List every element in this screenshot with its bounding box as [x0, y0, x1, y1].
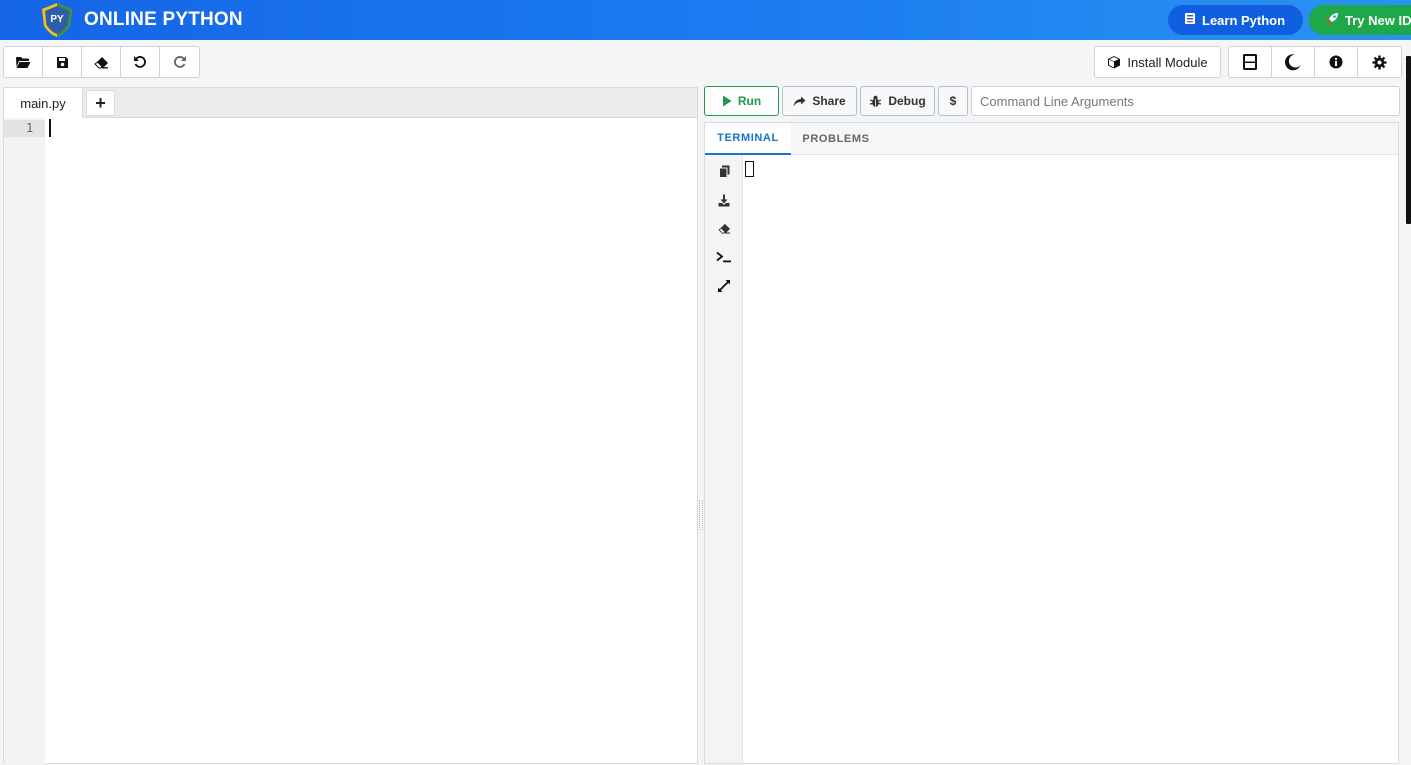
- gear-icon: [1372, 55, 1387, 69]
- share-label: Share: [812, 94, 846, 108]
- learn-python-button[interactable]: Learn Python: [1168, 5, 1303, 35]
- redo-button[interactable]: [160, 47, 199, 77]
- info-button[interactable]: [1315, 47, 1358, 77]
- file-actions-group: [3, 46, 200, 78]
- run-label: Run: [737, 94, 762, 108]
- clear-terminal-button[interactable]: [716, 220, 732, 236]
- file-tab-main-py[interactable]: main.py: [4, 88, 83, 118]
- book-icon: [1184, 12, 1196, 28]
- copy-icon: [718, 165, 729, 178]
- clear-button[interactable]: [82, 47, 121, 77]
- open-shell-button[interactable]: [716, 249, 732, 265]
- layout-button[interactable]: [1229, 47, 1272, 77]
- logo-text: PY: [50, 14, 64, 25]
- text-caret: [49, 119, 51, 137]
- python-shield-icon: PY: [42, 3, 72, 37]
- tab-problems[interactable]: PROBLEMS: [791, 123, 881, 155]
- logo[interactable]: PY ONLINE PYTHON: [40, 2, 243, 38]
- redo-icon: [173, 56, 186, 68]
- play-icon: [722, 95, 732, 107]
- share-icon: [793, 96, 806, 106]
- open-file-button[interactable]: [4, 47, 43, 77]
- folder-open-icon: [16, 56, 31, 68]
- eraser-icon: [93, 56, 108, 68]
- cube-icon: [1108, 56, 1121, 69]
- save-icon: [56, 56, 68, 68]
- line-gutter: 1: [4, 118, 45, 765]
- download-icon: [718, 194, 730, 206]
- learn-python-label: Learn Python: [1202, 12, 1286, 28]
- download-output-button[interactable]: [716, 192, 732, 208]
- page-scrollbar[interactable]: [1406, 56, 1411, 224]
- bug-icon: [870, 95, 882, 107]
- run-bar: Run Share Debug $: [704, 86, 1411, 117]
- prompt-icon: [716, 251, 731, 263]
- terminal-side-toolbar: [705, 155, 743, 763]
- view-actions-group: [1228, 46, 1402, 78]
- share-button[interactable]: Share: [782, 86, 857, 116]
- undo-button[interactable]: [121, 47, 160, 77]
- shell-button[interactable]: $: [938, 86, 968, 116]
- tab-terminal[interactable]: TERMINAL: [705, 123, 791, 155]
- dark-mode-button[interactable]: [1272, 47, 1315, 77]
- top-banner: PY ONLINE PYTHON Learn Python Try New ID…: [0, 0, 1411, 40]
- add-file-button[interactable]: +: [86, 90, 115, 116]
- expand-icon: [718, 280, 730, 292]
- editor-tab-bar: main.py +: [4, 88, 697, 118]
- terminal-panel: TERMINAL PROBLEMS: [704, 122, 1399, 764]
- info-icon: [1329, 55, 1343, 69]
- command-line-arguments-input[interactable]: [971, 86, 1400, 116]
- rocket-icon: [1325, 12, 1339, 29]
- moon-icon: [1284, 54, 1301, 71]
- settings-button[interactable]: [1358, 47, 1401, 77]
- code-editor: main.py + 1: [3, 87, 698, 765]
- expand-terminal-button[interactable]: [716, 278, 732, 294]
- line-number: 1: [4, 120, 45, 137]
- eraser-icon: [717, 223, 730, 234]
- try-new-ide-label: Try New IDE: [1345, 12, 1411, 28]
- debug-button[interactable]: Debug: [860, 86, 935, 116]
- terminal-cursor: [745, 161, 754, 177]
- undo-icon: [134, 56, 146, 68]
- install-module-label: Install Module: [1127, 54, 1208, 70]
- save-button[interactable]: [43, 47, 82, 77]
- install-module-button[interactable]: Install Module: [1094, 46, 1221, 78]
- layout-icon: [1243, 54, 1257, 70]
- try-new-ide-button[interactable]: Try New IDE: [1309, 5, 1411, 35]
- debug-label: Debug: [888, 94, 926, 108]
- run-button[interactable]: Run: [704, 86, 779, 116]
- toolbar: Install Module: [0, 40, 1411, 86]
- brand-title: ONLINE PYTHON: [84, 9, 243, 30]
- terminal-tab-bar: TERMINAL PROBLEMS: [705, 123, 1398, 155]
- copy-output-button[interactable]: [716, 163, 732, 179]
